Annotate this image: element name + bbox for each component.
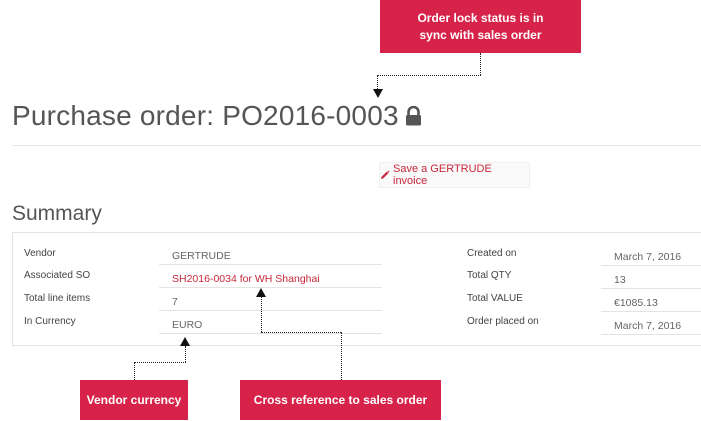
save-invoice-label: Save a GERTRUDE invoice bbox=[393, 163, 492, 187]
connector-line bbox=[261, 297, 262, 332]
total-qty-value: 13 bbox=[601, 269, 701, 289]
total-line-items-label: Total line items bbox=[24, 293, 91, 304]
vendor-label: Vendor bbox=[24, 248, 56, 259]
created-on-label: Created on bbox=[467, 248, 517, 259]
arrow-up-icon bbox=[180, 337, 190, 346]
page-title-text: Purchase order: PO2016-0003 bbox=[12, 100, 399, 131]
arrow-up-icon bbox=[256, 288, 266, 297]
order-placed-on-value: March 7, 2016 bbox=[601, 315, 701, 335]
summary-heading: Summary bbox=[12, 202, 102, 225]
pencil-icon bbox=[380, 170, 390, 180]
title-divider bbox=[12, 145, 701, 146]
arrow-down-icon bbox=[373, 89, 383, 98]
total-value-label: Total VALUE bbox=[467, 293, 523, 304]
in-currency-label: In Currency bbox=[24, 316, 76, 327]
save-invoice-button[interactable]: Save a GERTRUDE invoice bbox=[379, 162, 530, 188]
vendor-currency-callout-text: Vendor currency bbox=[86, 392, 182, 407]
order-placed-on-label: Order placed on bbox=[467, 316, 539, 327]
connector-line bbox=[480, 53, 481, 75]
lock-status-callout-text: Order lock status is in sync with sales … bbox=[417, 10, 544, 42]
total-value-value: €1085.13 bbox=[601, 292, 701, 312]
connector-line bbox=[377, 75, 481, 76]
in-currency-value: EURO bbox=[159, 314, 382, 334]
cross-reference-callout: Cross reference to sales order bbox=[240, 380, 441, 420]
total-line-items-value: 7 bbox=[159, 291, 382, 311]
connector-line bbox=[341, 332, 342, 380]
created-on-value: March 7, 2016 bbox=[601, 246, 701, 266]
connector-line bbox=[134, 362, 186, 363]
lock-icon bbox=[405, 106, 422, 126]
cross-reference-callout-text: Cross reference to sales order bbox=[253, 392, 428, 407]
vendor-currency-callout: Vendor currency bbox=[80, 380, 188, 420]
lock-status-callout: Order lock status is in sync with sales … bbox=[380, 0, 581, 53]
vendor-value: GERTRUDE bbox=[159, 245, 382, 265]
connector-line bbox=[185, 346, 186, 362]
connector-line bbox=[377, 75, 378, 89]
page-title: Purchase order: PO2016-0003 bbox=[12, 100, 422, 132]
total-qty-label: Total QTY bbox=[467, 270, 512, 281]
connector-line bbox=[134, 362, 135, 380]
associated-so-link[interactable]: SH2016-0034 for WH Shanghai bbox=[159, 268, 382, 288]
associated-so-label: Associated SO bbox=[24, 270, 91, 281]
connector-line bbox=[261, 332, 341, 333]
